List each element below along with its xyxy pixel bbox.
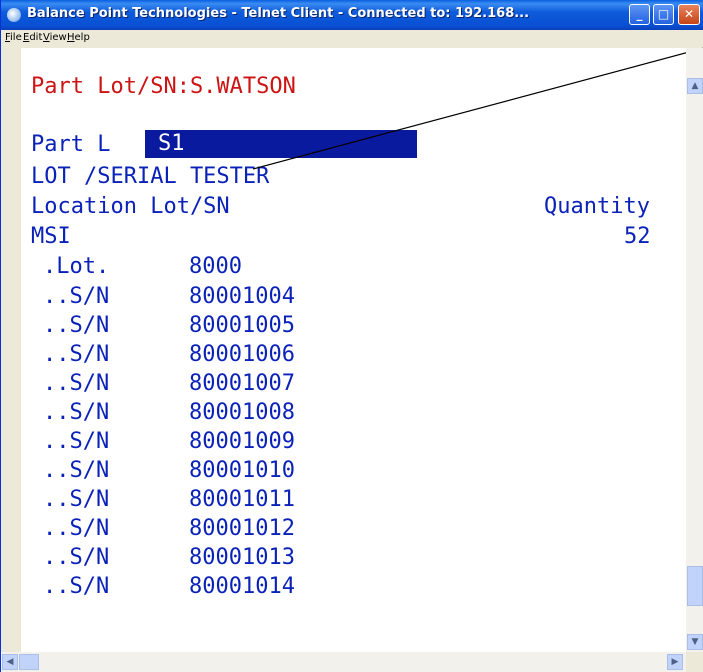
window-title: Balance Point Technologies - Telnet Clie… xyxy=(27,6,530,21)
serial-number: 80001004 xyxy=(189,284,295,309)
menu-help[interactable]: Help xyxy=(67,32,90,43)
serial-number: 80001006 xyxy=(189,342,295,367)
scroll-down-icon[interactable]: ▼ xyxy=(687,634,703,650)
close-button[interactable]: ✕ xyxy=(678,4,700,25)
horizontal-scrollbar[interactable]: ◀ ▶ xyxy=(1,652,686,672)
horizontal-scroll-thumb[interactable] xyxy=(19,654,39,670)
terminal-screen[interactable]: Part Lot/SN:S.WATSON Part L S1 LOT /SERI… xyxy=(21,48,686,652)
menu-bar: File Edit View Help xyxy=(1,30,703,48)
serial-number: 80001009 xyxy=(189,429,295,454)
resize-grip-icon[interactable] xyxy=(686,652,703,672)
part-label: Part L xyxy=(31,132,111,157)
serial-label: ..S/N xyxy=(43,429,110,454)
screen-header: Part Lot/SN:S.WATSON xyxy=(31,74,296,99)
serial-number: 80001007 xyxy=(189,371,295,396)
serial-number: 80001013 xyxy=(189,545,295,570)
serial-label: ..S/N xyxy=(43,487,110,512)
serial-label: ..S/N xyxy=(43,342,110,367)
title-bar[interactable]: Balance Point Technologies - Telnet Clie… xyxy=(1,0,703,30)
vertical-scroll-thumb[interactable] xyxy=(687,566,703,606)
column-quantity: Quantity xyxy=(544,194,650,219)
serial-label: ..S/N xyxy=(43,284,110,309)
quantity-value: 52 xyxy=(624,224,651,249)
serial-number: 80001012 xyxy=(189,516,295,541)
location-value: MSI xyxy=(31,224,71,249)
telnet-window: Balance Point Technologies - Telnet Clie… xyxy=(0,0,703,672)
serial-label: ..S/N xyxy=(43,371,110,396)
scroll-right-icon[interactable]: ▶ xyxy=(667,654,683,670)
serial-label: ..S/N xyxy=(43,400,110,425)
lot-label: .Lot. xyxy=(43,254,110,279)
scroll-up-icon[interactable]: ▲ xyxy=(687,78,703,94)
serial-number: 80001010 xyxy=(189,458,295,483)
serial-number: 80001011 xyxy=(189,487,295,512)
part-input-field[interactable] xyxy=(145,130,417,158)
serial-number: 80001008 xyxy=(189,400,295,425)
lot-value: 8000 xyxy=(189,254,242,279)
column-location-lotsn: Location Lot/SN xyxy=(31,194,230,219)
menu-file[interactable]: File xyxy=(5,32,22,43)
scroll-left-icon[interactable]: ◀ xyxy=(2,654,18,670)
menu-view[interactable]: View xyxy=(43,32,67,43)
telnet-app-icon[interactable] xyxy=(7,8,21,22)
serial-label: ..S/N xyxy=(43,458,110,483)
serial-label: ..S/N xyxy=(43,545,110,570)
menu-edit[interactable]: Edit xyxy=(23,32,42,43)
serial-label: ..S/N xyxy=(43,574,110,599)
serial-label: ..S/N xyxy=(43,516,110,541)
serial-number: 80001005 xyxy=(189,313,295,338)
minimize-button[interactable]: _ xyxy=(629,4,650,25)
part-input-value: S1 xyxy=(158,131,185,156)
maximize-button[interactable]: □ xyxy=(653,4,674,25)
part-description: LOT /SERIAL TESTER xyxy=(31,164,270,189)
serial-label: ..S/N xyxy=(43,313,110,338)
vertical-scrollbar[interactable]: ▲ ▼ xyxy=(686,48,703,652)
serial-number: 80001014 xyxy=(189,574,295,599)
